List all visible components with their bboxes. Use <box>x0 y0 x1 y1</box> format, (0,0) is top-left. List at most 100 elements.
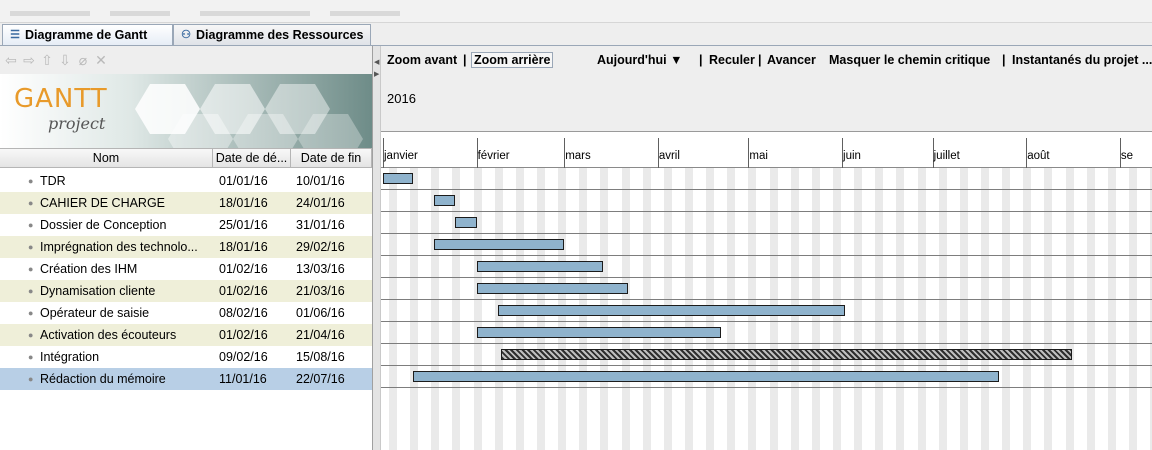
task-bar[interactable] <box>434 195 456 206</box>
task-name: Activation des écouteurs <box>40 328 177 342</box>
task-bullet-icon: ● <box>28 352 34 362</box>
arrow-left-icon[interactable]: ⇦ <box>4 52 18 69</box>
task-name: Rédaction du mémoire <box>40 372 166 386</box>
task-bullet-icon: ● <box>28 220 34 230</box>
task-start-date: 01/02/16 <box>219 262 268 276</box>
pane-splitter[interactable]: ◀ ▶ <box>373 46 381 450</box>
task-end-date: 15/08/16 <box>296 350 345 364</box>
task-row[interactable]: ● Dynamisation cliente 01/02/16 21/03/16 <box>0 280 372 302</box>
month-label: mars <box>565 150 591 162</box>
task-start-date: 08/02/16 <box>219 306 268 320</box>
forward-button[interactable]: Avancer <box>767 53 816 67</box>
task-end-date: 24/01/16 <box>296 196 345 210</box>
task-name: TDR <box>40 174 66 188</box>
task-bar[interactable] <box>500 349 1072 360</box>
tab-gantt[interactable]: ☰ Diagramme de Gantt <box>2 24 173 45</box>
splitter-left-arrow-icon[interactable]: ◀ <box>374 58 379 66</box>
arrow-up-icon[interactable]: ⇧ <box>40 52 54 69</box>
month-label: février <box>477 150 510 162</box>
task-bar[interactable] <box>476 261 604 272</box>
task-bullet-icon: ● <box>28 176 34 186</box>
task-bar[interactable] <box>383 173 414 184</box>
task-bullet-icon: ● <box>28 330 34 340</box>
month-label: juin <box>843 150 861 162</box>
splitter-right-arrow-icon[interactable]: ▶ <box>374 70 379 78</box>
resources-icon: ⚇ <box>181 29 191 41</box>
task-end-date: 29/02/16 <box>296 240 345 254</box>
task-start-date: 11/01/16 <box>219 372 267 386</box>
task-row[interactable]: ● Dossier de Conception 25/01/16 31/01/16 <box>0 214 372 236</box>
top-strip-block <box>330 11 400 16</box>
row-divider <box>381 277 1152 278</box>
task-bar[interactable] <box>497 305 846 316</box>
zoom-out-button[interactable]: Zoom arrière <box>471 52 554 68</box>
task-bullet-icon: ● <box>28 374 34 384</box>
task-end-date: 21/04/16 <box>296 328 345 342</box>
task-name: Intégration <box>40 350 100 364</box>
task-bullet-icon: ● <box>28 242 34 252</box>
task-bar[interactable] <box>413 371 1000 382</box>
top-strip-block <box>200 11 310 16</box>
arrow-right-icon[interactable]: ⇨ <box>22 52 36 69</box>
task-start-date: 18/01/16 <box>219 240 268 254</box>
row-divider <box>381 343 1152 344</box>
row-divider <box>381 299 1152 300</box>
task-row[interactable]: ● Intégration 09/02/16 15/08/16 <box>0 346 372 368</box>
task-row[interactable]: ● TDR 01/01/16 10/01/16 <box>0 170 372 192</box>
logo-sub-text: project <box>48 114 106 133</box>
tab-label: Diagramme de Gantt <box>25 28 148 42</box>
task-row[interactable]: ● Création des IHM 01/02/16 13/03/16 <box>0 258 372 280</box>
task-start-date: 01/01/16 <box>219 174 268 188</box>
task-start-date: 18/01/16 <box>219 196 268 210</box>
task-bullet-icon: ● <box>28 286 34 296</box>
month-label: juillet <box>933 150 960 162</box>
link-icon[interactable]: ⌀ <box>76 52 90 69</box>
task-row[interactable]: ● Rédaction du mémoire 11/01/16 22/07/16 <box>0 368 372 390</box>
month-label: août <box>1027 150 1050 162</box>
task-name: Dynamisation cliente <box>40 284 156 298</box>
task-bullet-icon: ● <box>28 264 34 274</box>
timeline-month-header: janvier février mars avril mai juin juillet aoû… <box>381 132 1152 168</box>
gantt-chart-pane: Zoom avant | Zoom arrière Aujourd'hui ▼ … <box>381 46 1152 450</box>
arrow-down-icon[interactable]: ⇩ <box>58 52 72 69</box>
row-divider <box>381 321 1152 322</box>
task-bar[interactable] <box>476 327 722 338</box>
critical-path-button[interactable]: Masquer le chemin critique <box>829 53 990 67</box>
task-bar[interactable] <box>455 217 477 228</box>
toolbar-separator: | <box>699 53 703 67</box>
month-label: se <box>1120 150 1134 162</box>
task-rows: ● TDR 01/01/16 10/01/16 ● CAHIER DE CHARGE 18/… <box>0 170 372 390</box>
task-row[interactable]: ● CAHIER DE CHARGE 18/01/16 24/01/16 <box>0 192 372 214</box>
today-dropdown[interactable]: Aujourd'hui ▼ <box>597 53 682 67</box>
tab-resources[interactable]: ⚇ Diagramme des Ressources <box>173 24 371 45</box>
column-header-name[interactable]: Nom <box>0 149 213 167</box>
gantt-chart-area[interactable] <box>381 168 1152 450</box>
month-label: mai <box>749 150 768 162</box>
toolbar-separator: | <box>463 53 467 67</box>
row-divider <box>381 365 1152 366</box>
task-row[interactable]: ● Imprégnation des technolo... 18/01/16 29/… <box>0 236 372 258</box>
ganttproject-logo: GANTT project <box>0 74 372 148</box>
row-divider <box>381 255 1152 256</box>
zoom-in-button[interactable]: Zoom avant <box>387 53 457 67</box>
tab-label: Diagramme des Ressources <box>196 28 364 42</box>
task-end-date: 22/07/16 <box>296 372 345 386</box>
task-name: Opérateur de saisie <box>40 306 150 320</box>
task-bar[interactable] <box>476 283 628 294</box>
column-header-start[interactable]: Date de dé... <box>213 149 291 167</box>
toolbar-separator: | <box>1002 53 1006 67</box>
snapshots-button[interactable]: Instantanés du projet ... <box>1012 53 1152 67</box>
task-bar[interactable] <box>434 239 565 250</box>
task-tree-pane: ⇦ ⇨ ⇧ ⇩ ⌀ ✕ GANTT project Nom Date de dé… <box>0 46 373 450</box>
task-row[interactable]: ● Activation des écouteurs 01/02/16 21/04/1… <box>0 324 372 346</box>
task-start-date: 01/02/16 <box>219 284 268 298</box>
year-label: 2016 <box>387 91 416 106</box>
back-button[interactable]: Reculer <box>709 53 755 67</box>
logo-main-text: GANTT <box>14 84 108 114</box>
task-row[interactable]: ● Opérateur de saisie 08/02/16 01/06/16 <box>0 302 372 324</box>
task-end-date: 31/01/16 <box>296 218 345 232</box>
task-start-date: 09/02/16 <box>219 350 268 364</box>
window-top-strip <box>0 0 1152 23</box>
column-header-end[interactable]: Date de fin <box>291 149 372 167</box>
unlink-icon[interactable]: ✕ <box>94 52 108 69</box>
